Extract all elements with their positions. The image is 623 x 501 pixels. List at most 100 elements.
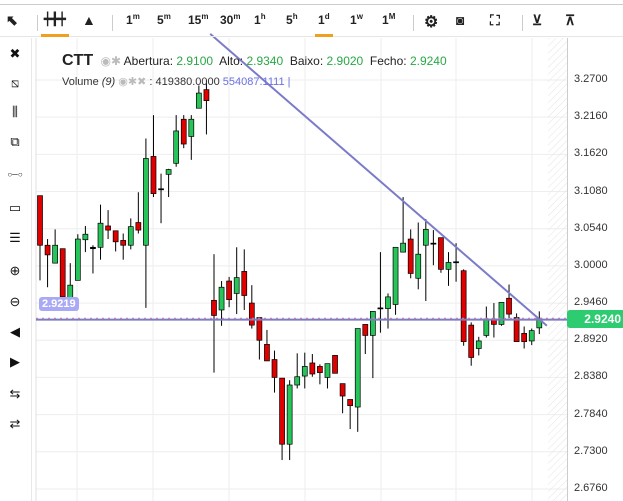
line-tool-button[interactable]: ○─○: [5, 170, 25, 188]
candle-up: [188, 118, 195, 137]
candle-up: [475, 340, 482, 349]
price-tick-label: 2.7840: [574, 407, 608, 420]
screenshot-button[interactable]: ◙: [456, 12, 464, 32]
upload-button[interactable]: ⊼: [565, 12, 575, 32]
price-tick-label: 2.9460: [574, 296, 608, 309]
close-icon: ✖: [9, 46, 21, 61]
interval-number: 1: [126, 13, 133, 27]
candle-down: [460, 270, 467, 342]
candle-up: [143, 158, 149, 246]
open-value: 2.9100: [176, 54, 214, 68]
candlestick-icon: ┿╋┿: [44, 12, 66, 26]
clone-button[interactable]: ⧉: [5, 134, 25, 152]
divider: [37, 15, 38, 31]
scroll-right-icon: ▶: [10, 354, 20, 369]
left-toolbar: ✖ ⧅ ⫼ ⧉ ○─○ ▭ ☰ ⊕ ⊖ ◀ ▶ ⇆ ⇄: [0, 38, 32, 501]
remove-studies-button[interactable]: ⫼: [5, 104, 25, 122]
candle-up: [173, 130, 180, 164]
volume-value: 419380.0000: [155, 76, 220, 88]
future-area: [548, 38, 567, 501]
high-label: Alto:: [219, 54, 244, 68]
zoom-x-out-icon: ⇄: [9, 416, 21, 431]
interval-15m[interactable]: 15m: [188, 12, 208, 32]
candle-down: [256, 317, 263, 341]
candle-up: [445, 262, 452, 270]
price-tick-label: 3.1080: [574, 184, 608, 197]
interval-unit: m: [233, 12, 241, 21]
interval-5h[interactable]: 5h: [286, 12, 298, 32]
interval-unit: m: [201, 12, 209, 21]
candle-up: [52, 244, 58, 264]
candle-down: [332, 355, 338, 374]
price-axis[interactable]: 3.2700 3.2160 3.1620 3.1080 3.0540 3.0000 2.94…: [567, 38, 623, 501]
candle-down: [339, 383, 346, 397]
zoom-out-icon: ⊖: [9, 294, 21, 309]
volume-period: (9): [101, 76, 116, 88]
remove-drawings-button[interactable]: ⧅: [5, 75, 25, 93]
interval-number: 1: [382, 13, 389, 27]
low-value: 2.9020: [326, 54, 364, 68]
zoom-x-in-icon: ⇆: [9, 386, 21, 401]
candle-up: [430, 242, 437, 245]
zoom-in-button[interactable]: ⊕: [5, 263, 25, 281]
interval-5m[interactable]: 5m: [157, 12, 171, 32]
candle-down: [407, 238, 414, 274]
interval-1w[interactable]: 1w: [350, 12, 363, 32]
eye-icon[interactable]: ◉: [118, 76, 128, 88]
zoom-x-in-button[interactable]: ⇆: [5, 386, 25, 404]
interval-1h[interactable]: 1h: [254, 12, 266, 32]
interval-unit: m: [163, 12, 171, 21]
interval-1m[interactable]: 1m: [126, 12, 140, 32]
eye-icon[interactable]: ◉: [100, 54, 110, 68]
price-tick-label: 2.6760: [574, 481, 608, 494]
cursor-icon: ⬉: [6, 12, 18, 28]
close-icon[interactable]: ✖: [137, 76, 146, 88]
candle-down: [271, 359, 278, 378]
gear-icon[interactable]: ✱: [111, 54, 121, 68]
rectangle-tool-button[interactable]: ▭: [5, 200, 25, 218]
interval-number: 5: [286, 13, 293, 27]
gear-icon: ⚙: [424, 14, 439, 31]
divider: [112, 15, 113, 31]
candle-down: [347, 399, 354, 407]
area-chart-button[interactable]: ▲: [82, 12, 96, 32]
gear-icon[interactable]: ✱: [128, 76, 137, 88]
candle-down: [112, 230, 119, 243]
close-value: 2.9240: [409, 54, 447, 68]
zoom-out-button[interactable]: ⊖: [5, 294, 25, 312]
fullscreen-button[interactable]: ⛶: [490, 12, 500, 32]
divider: [522, 15, 523, 31]
candle-up: [233, 277, 240, 294]
current-price-badge: 2.9240: [567, 310, 623, 328]
candle-up: [528, 330, 535, 342]
open-label: Abertura:: [123, 54, 174, 68]
clone-icon: ⧉: [10, 134, 20, 149]
zoom-x-out-button[interactable]: ⇄: [5, 416, 25, 434]
scroll-right-button[interactable]: ▶: [5, 354, 25, 372]
settings-button[interactable]: ⚙: [424, 12, 438, 32]
download-button[interactable]: ⊻: [532, 12, 542, 32]
interval-1M[interactable]: 1M: [382, 12, 395, 32]
fib-lines-button[interactable]: ☰: [5, 230, 25, 248]
candlestick-chart-button[interactable]: ┿╋┿: [41, 12, 69, 37]
horizontal-line-label[interactable]: 2.9219: [39, 297, 79, 311]
price-tick-label: 3.0000: [574, 258, 608, 271]
remove-drawings-icon: ⧅: [10, 75, 20, 90]
candle-down: [362, 324, 369, 336]
interval-30m[interactable]: 30m: [220, 12, 240, 32]
scroll-left-button[interactable]: ◀: [5, 324, 25, 342]
candle-down: [203, 89, 210, 102]
candle-up: [294, 376, 301, 386]
candle-up: [74, 238, 81, 281]
candle-down: [513, 317, 520, 342]
candle-down: [438, 237, 444, 270]
close-button[interactable]: ✖: [5, 46, 25, 64]
candle-up: [400, 242, 406, 253]
candle-up: [82, 233, 89, 241]
interval-1d[interactable]: 1d: [315, 12, 333, 37]
interval-number: 1: [350, 13, 357, 27]
candle-down: [180, 118, 187, 145]
cursor-button[interactable]: ⬉: [6, 12, 18, 32]
candle-up: [498, 302, 505, 325]
candle-up: [392, 246, 399, 305]
